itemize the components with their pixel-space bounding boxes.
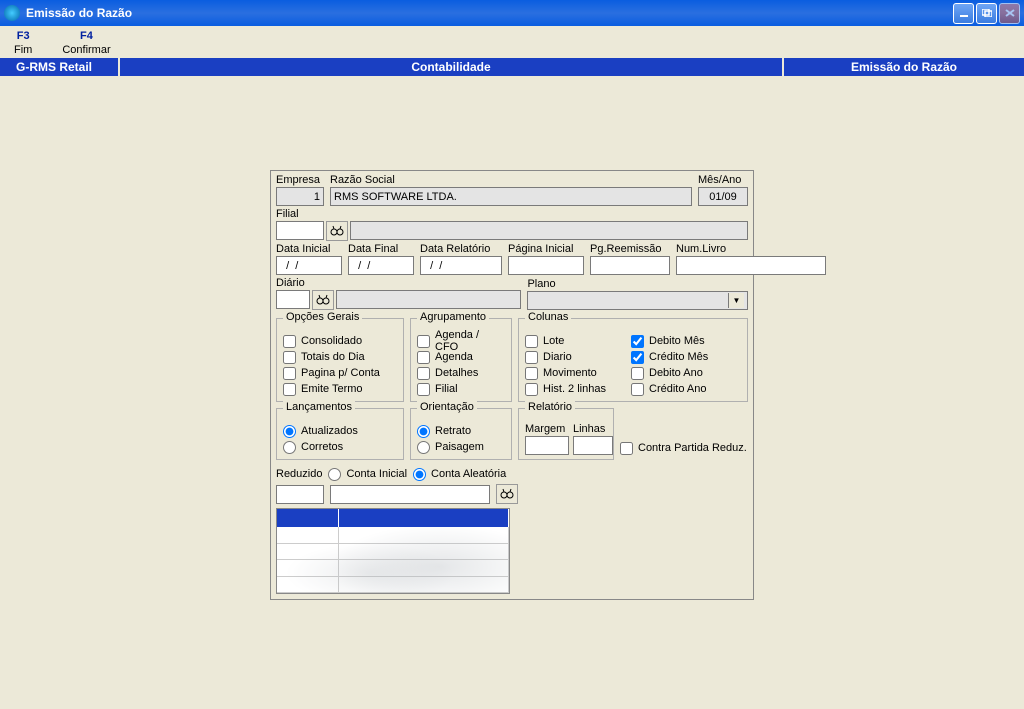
chk-consolidado[interactable]: Consolidado <box>283 333 397 349</box>
margem-field[interactable] <box>525 436 569 455</box>
rad-conta-inicial[interactable]: Conta Inicial <box>328 466 407 482</box>
banner-left: G-RMS Retail <box>0 58 120 76</box>
maximize-button[interactable] <box>976 3 997 24</box>
menu-fim[interactable]: F3 Fim <box>14 30 32 56</box>
data-relatorio-field[interactable] <box>420 256 502 275</box>
chk-agenda-cfo[interactable]: Agenda / CFO <box>417 333 505 349</box>
razao-social-label: Razão Social <box>330 174 692 186</box>
rad-conta-aleatoria[interactable]: Conta Aleatória <box>413 466 506 482</box>
diario-code-field[interactable] <box>276 290 310 309</box>
form-panel: Empresa Razão Social Mês/Ano Filial Data… <box>270 170 754 600</box>
chk-credito-ano[interactable]: Crédito Ano <box>631 381 741 397</box>
close-button[interactable] <box>999 3 1020 24</box>
group-colunas: Colunas Lote Diario Movimento Hist. 2 li… <box>518 318 748 402</box>
rad-corretos[interactable]: Corretos <box>283 439 397 455</box>
diario-label: Diário <box>276 277 521 289</box>
plano-label: Plano <box>527 278 748 290</box>
chk-credito-mes[interactable]: Crédito Mês <box>631 349 741 365</box>
razao-social-field <box>330 187 692 206</box>
reduzido-field[interactable] <box>276 485 324 504</box>
title-bar: Emissão do Razão <box>0 0 1024 26</box>
pg-reemissao-field[interactable] <box>590 256 670 275</box>
mes-ano-label: Mês/Ano <box>698 174 748 186</box>
empresa-field <box>276 187 324 206</box>
diario-lookup-button[interactable] <box>312 290 334 310</box>
linhas-label: Linhas <box>573 423 613 435</box>
num-livro-label: Num.Livro <box>676 243 826 255</box>
data-inicial-label: Data Inicial <box>276 243 342 255</box>
group-orientacao: Orientação Retrato Paisagem <box>410 408 512 460</box>
group-agrupamento: Agrupamento Agenda / CFO Agenda Detalhes… <box>410 318 512 402</box>
group-lancamentos: Lançamentos Atualizados Corretos <box>276 408 404 460</box>
chk-pagina-conta[interactable]: Pagina p/ Conta <box>283 365 397 381</box>
rad-atualizados[interactable]: Atualizados <box>283 423 397 439</box>
app-icon <box>4 5 20 21</box>
chk-detalhes[interactable]: Detalhes <box>417 365 505 381</box>
chk-emite-termo[interactable]: Emite Termo <box>283 381 397 397</box>
margem-label: Margem <box>525 423 569 435</box>
chk-filial[interactable]: Filial <box>417 381 505 397</box>
chk-debito-ano[interactable]: Debito Ano <box>631 365 741 381</box>
filial-lookup-button[interactable] <box>326 221 348 241</box>
chk-totais-dia[interactable]: Totais do Dia <box>283 349 397 365</box>
banner-mid: Contabilidade <box>120 58 784 76</box>
data-final-field[interactable] <box>348 256 414 275</box>
pagina-inicial-field[interactable] <box>508 256 584 275</box>
menu-confirmar[interactable]: F4 Confirmar <box>62 30 110 56</box>
banner-right: Emissão do Razão <box>784 58 1024 76</box>
conta-lookup-button[interactable] <box>496 484 518 504</box>
rad-paisagem[interactable]: Paisagem <box>417 439 505 455</box>
group-relatorio: Relatório Margem Linhas <box>518 408 614 460</box>
chk-diario[interactable]: Diario <box>525 349 623 365</box>
chk-lote[interactable]: Lote <box>525 333 623 349</box>
empresa-label: Empresa <box>276 174 324 186</box>
rad-retrato[interactable]: Retrato <box>417 423 505 439</box>
mes-ano-field <box>698 187 748 206</box>
shortcut-bar: F3 Fim F4 Confirmar <box>0 26 1024 58</box>
pagina-inicial-label: Página Inicial <box>508 243 584 255</box>
minimize-button[interactable] <box>953 3 974 24</box>
chk-movimento[interactable]: Movimento <box>525 365 623 381</box>
pg-reemissao-label: Pg.Reemissão <box>590 243 670 255</box>
plano-combo[interactable]: ▼ <box>527 291 748 310</box>
window-title: Emissão do Razão <box>26 6 132 20</box>
app-banner: G-RMS Retail Contabilidade Emissão do Ra… <box>0 58 1024 76</box>
chk-debito-mes[interactable]: Debito Mês <box>631 333 741 349</box>
data-final-label: Data Final <box>348 243 414 255</box>
group-opcoes-gerais: Opções Gerais Consolidado Totais do Dia … <box>276 318 404 402</box>
chk-hist-2-linhas[interactable]: Hist. 2 linhas <box>525 381 623 397</box>
conta-desc-field[interactable] <box>330 485 490 504</box>
linhas-field[interactable] <box>573 436 613 455</box>
data-relatorio-label: Data Relatório <box>420 243 502 255</box>
num-livro-field[interactable] <box>676 256 826 275</box>
filial-label: Filial <box>276 208 748 220</box>
conta-grid[interactable] <box>276 508 510 594</box>
diario-desc-field <box>336 290 521 309</box>
filial-code-field[interactable] <box>276 221 324 240</box>
chk-contra-partida[interactable]: Contra Partida Reduz. <box>620 440 747 456</box>
filial-desc-field <box>350 221 748 240</box>
data-inicial-field[interactable] <box>276 256 342 275</box>
reduzido-label: Reduzido <box>276 468 322 480</box>
